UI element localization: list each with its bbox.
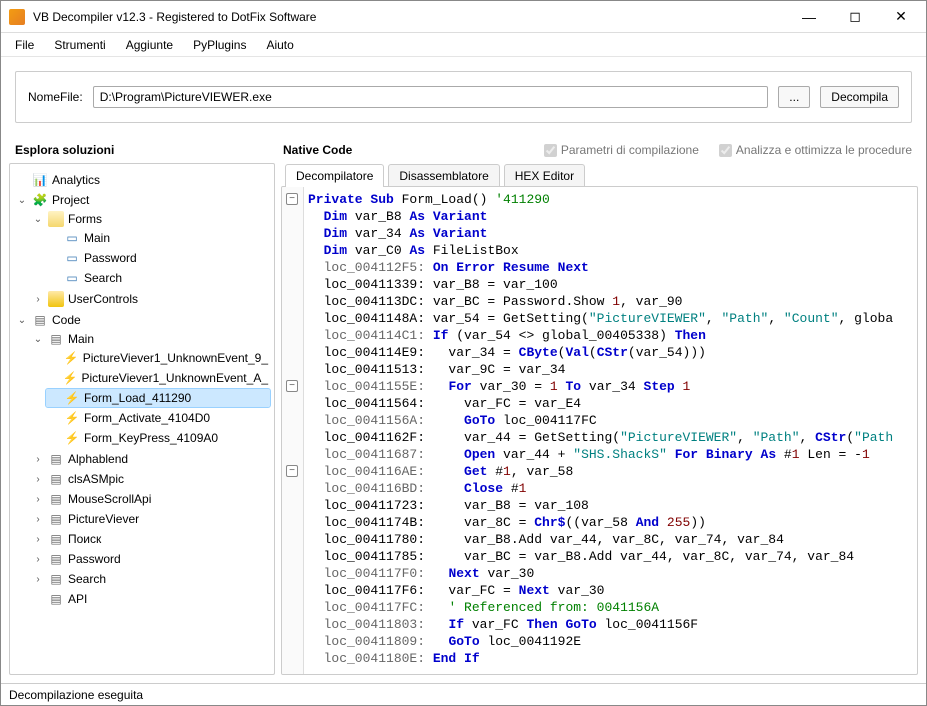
- tree-api[interactable]: ▸API: [30, 590, 270, 608]
- check-compile-params[interactable]: Parametri di compilazione: [544, 143, 699, 157]
- module-icon: [48, 531, 64, 547]
- subheader: Esplora soluzioni Native Code Parametri …: [1, 137, 926, 163]
- bolt-icon: [64, 410, 80, 426]
- app-icon: [9, 9, 25, 25]
- tree-event-formload[interactable]: ▸Form_Load_411290: [46, 389, 270, 407]
- statusbar: Decompilazione eseguita: [1, 683, 926, 705]
- form-icon: [64, 230, 80, 246]
- tree-usercontrols[interactable]: ›UserControls: [30, 290, 270, 308]
- titlebar: VB Decompiler v12.3 - Registered to DotF…: [1, 1, 926, 33]
- module-icon: [48, 591, 64, 607]
- bolt-icon: [63, 350, 78, 366]
- fold-marker[interactable]: −: [286, 465, 298, 477]
- filepath-input[interactable]: [93, 86, 769, 108]
- status-text: Decompilazione eseguita: [9, 688, 143, 702]
- menu-tools[interactable]: Strumenti: [44, 36, 115, 54]
- code-content[interactable]: Private Sub Form_Load() '411290 Dim var_…: [282, 187, 917, 671]
- decompile-button[interactable]: Decompila: [820, 86, 899, 108]
- form-icon: [64, 250, 80, 266]
- tree-forms[interactable]: ⌄Forms: [30, 210, 270, 228]
- tree-code-search[interactable]: ›Search: [30, 570, 270, 588]
- caret-icon[interactable]: ⌄: [32, 334, 44, 345]
- bolt-icon: [62, 370, 77, 386]
- check-optimize[interactable]: Analizza e ottimizza le procedure: [719, 143, 912, 157]
- fold-marker[interactable]: −: [286, 193, 298, 205]
- module-icon: [48, 571, 64, 587]
- menu-file[interactable]: File: [5, 36, 44, 54]
- minimize-button[interactable]: —: [786, 2, 832, 32]
- close-button[interactable]: ✕: [878, 2, 924, 32]
- chart-icon: [32, 172, 48, 188]
- menu-help[interactable]: Aiuto: [256, 36, 303, 54]
- folder-open-icon: [48, 211, 64, 227]
- tree-event-unknown9[interactable]: ▸PictureViever1_UnknownEvent_9_: [46, 349, 270, 367]
- tree-analytics[interactable]: ▸Analytics: [14, 171, 270, 189]
- form-icon: [64, 270, 80, 286]
- main-area: ▸Analytics ⌄Project ⌄Forms ▸Main ▸Passwo…: [1, 163, 926, 683]
- menu-pyplugins[interactable]: PyPlugins: [183, 36, 256, 54]
- bolt-icon: [64, 390, 80, 406]
- module-icon: [48, 331, 64, 347]
- explorer-title: Esplora soluzioni: [15, 143, 263, 157]
- browse-button[interactable]: ...: [778, 86, 810, 108]
- caret-icon[interactable]: ⌄: [16, 315, 28, 326]
- tree-code[interactable]: ⌄Code: [14, 311, 270, 329]
- window-title: VB Decompiler v12.3 - Registered to DotF…: [33, 10, 786, 24]
- caret-icon[interactable]: ›: [32, 514, 44, 525]
- bolt-icon: [64, 430, 80, 446]
- tree-code-alphablend[interactable]: ›Alphablend: [30, 450, 270, 468]
- module-icon: [32, 312, 48, 328]
- tree-code-clsasmpic[interactable]: ›clsASMpic: [30, 470, 270, 488]
- code-area: Decompilatore Disassemblatore HEX Editor…: [281, 163, 918, 675]
- tree-code-pictureviever[interactable]: ›PictureViever: [30, 510, 270, 528]
- solution-explorer[interactable]: ▸Analytics ⌄Project ⌄Forms ▸Main ▸Passwo…: [9, 163, 275, 675]
- toolbar: NomeFile: ... Decompila: [1, 57, 926, 137]
- filename-label: NomeFile:: [28, 90, 83, 104]
- code-panel[interactable]: − − − Private Sub Form_Load() '411290 Di…: [281, 186, 918, 675]
- tree-project[interactable]: ⌄Project: [14, 191, 270, 209]
- caret-icon[interactable]: ⌄: [32, 214, 44, 225]
- menubar: File Strumenti Aggiunte PyPlugins Aiuto: [1, 33, 926, 57]
- fold-marker[interactable]: −: [286, 380, 298, 392]
- tab-decompiler[interactable]: Decompilatore: [285, 164, 384, 187]
- menu-addins[interactable]: Aggiunte: [116, 36, 183, 54]
- tree-form-main[interactable]: ▸Main: [46, 229, 270, 247]
- tree-code-mousescrollapi[interactable]: ›MouseScrollApi: [30, 490, 270, 508]
- module-icon: [48, 451, 64, 467]
- caret-icon[interactable]: ›: [32, 454, 44, 465]
- caret-icon[interactable]: ⌄: [16, 195, 28, 206]
- project-icon: [32, 192, 48, 208]
- tree-code-main[interactable]: ⌄Main: [30, 330, 270, 348]
- caret-icon[interactable]: ›: [32, 554, 44, 565]
- check-optimize-box[interactable]: [719, 144, 732, 157]
- tab-disassembler[interactable]: Disassemblatore: [388, 164, 499, 187]
- module-icon: [48, 511, 64, 527]
- tree-form-search[interactable]: ▸Search: [46, 269, 270, 287]
- tree-event-formactivate[interactable]: ▸Form_Activate_4104D0: [46, 409, 270, 427]
- module-icon: [48, 551, 64, 567]
- tab-hexeditor[interactable]: HEX Editor: [504, 164, 585, 187]
- tree-form-password[interactable]: ▸Password: [46, 249, 270, 267]
- tree-code-poisk[interactable]: ›Поиск: [30, 530, 270, 548]
- module-icon: [48, 491, 64, 507]
- tree-event-formkeypress[interactable]: ▸Form_KeyPress_4109A0: [46, 429, 270, 447]
- check-compile-params-box[interactable]: [544, 144, 557, 157]
- code-tabs: Decompilatore Disassemblatore HEX Editor: [281, 163, 918, 186]
- code-gutter: − − −: [282, 187, 304, 674]
- module-icon: [48, 471, 64, 487]
- tree-code-password[interactable]: ›Password: [30, 550, 270, 568]
- maximize-button[interactable]: ◻: [832, 2, 878, 32]
- native-code-label: Native Code: [283, 143, 524, 157]
- tree-event-unknownA[interactable]: ▸PictureViever1_UnknownEvent_A_: [46, 369, 270, 387]
- caret-icon[interactable]: ›: [32, 474, 44, 485]
- folder-icon: [48, 291, 64, 307]
- caret-icon[interactable]: ›: [32, 574, 44, 585]
- caret-icon[interactable]: ›: [32, 294, 44, 305]
- caret-icon[interactable]: ›: [32, 494, 44, 505]
- caret-icon[interactable]: ›: [32, 534, 44, 545]
